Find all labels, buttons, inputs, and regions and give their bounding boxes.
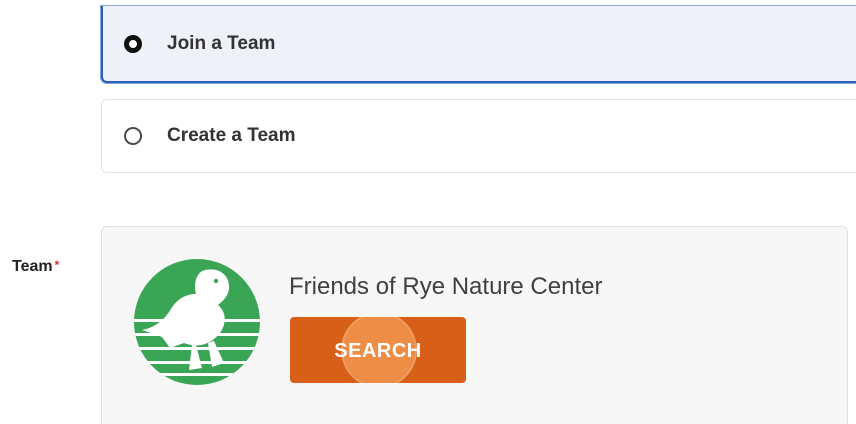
join-team-option[interactable]: Join a Team	[101, 6, 856, 83]
search-button[interactable]: SEARCH	[290, 317, 466, 383]
team-name: Friends of Rye Nature Center	[289, 273, 603, 300]
team-logo	[132, 257, 262, 387]
required-marker: *	[54, 258, 60, 272]
bird-logo-icon	[134, 259, 260, 385]
team-field-label: Team *	[12, 258, 59, 276]
search-button-label: SEARCH	[334, 340, 422, 362]
create-team-option[interactable]: Create a Team	[101, 99, 856, 173]
team-registration-form: Join a Team Create a Team Team * Friends…	[0, 0, 856, 424]
team-selection-card: Friends of Rye Nature Center SEARCH	[101, 226, 848, 424]
create-team-radio[interactable]	[124, 127, 142, 145]
join-team-radio[interactable]	[124, 34, 142, 53]
join-team-label: Join a Team	[167, 32, 276, 54]
create-team-label: Create a Team	[167, 125, 296, 146]
team-label-text: Team	[12, 258, 53, 275]
